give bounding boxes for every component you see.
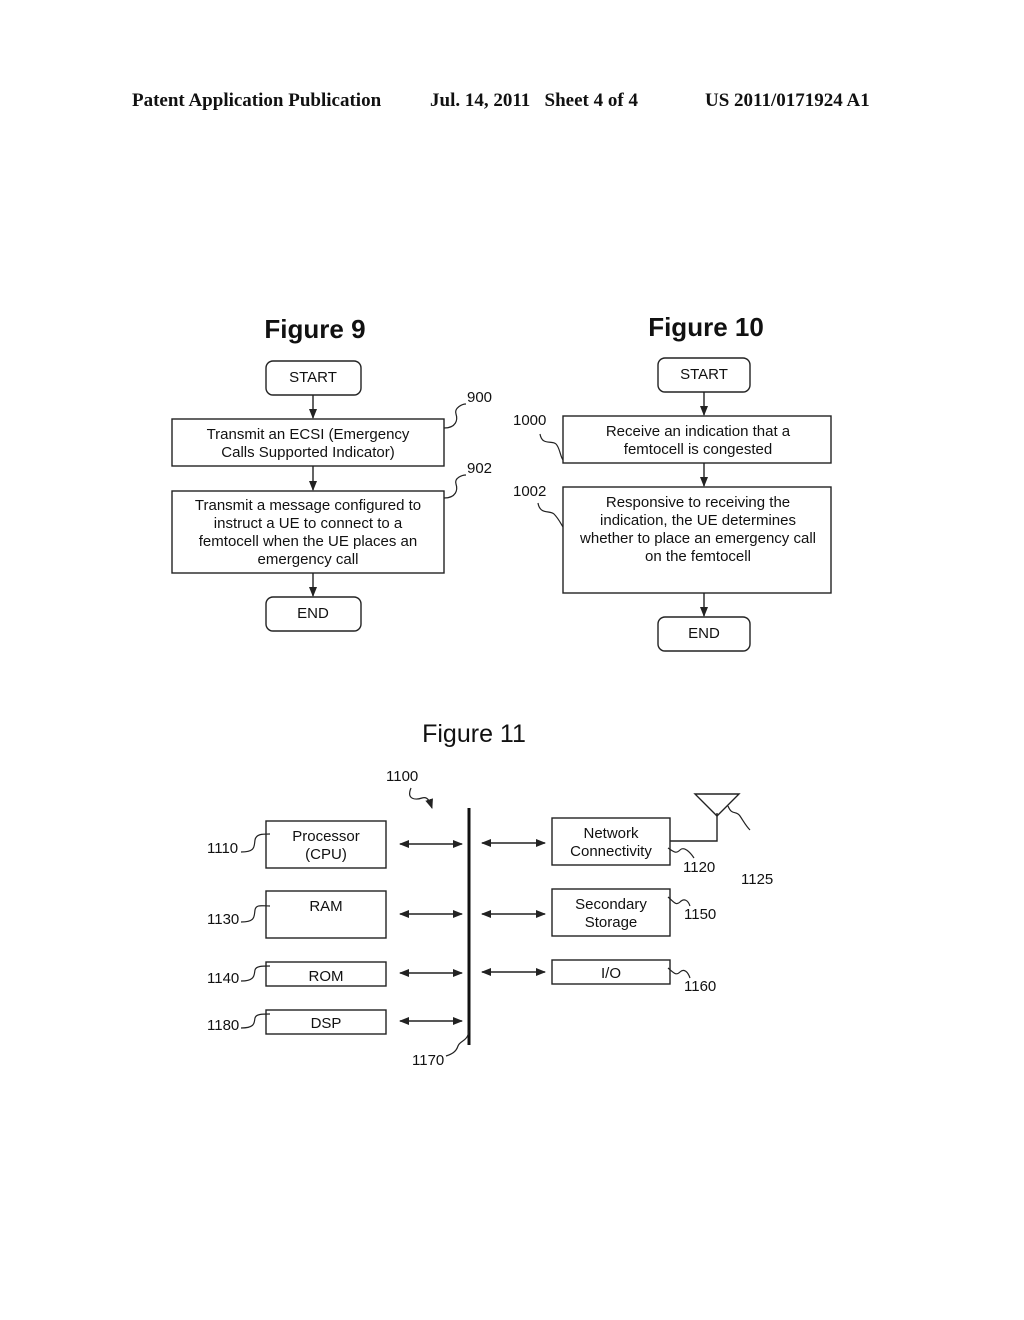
fig10-end-label: END: [688, 625, 720, 642]
fig11-rom-ref: 1140: [207, 970, 239, 987]
fig9-step-902-line-4: emergency call: [258, 551, 359, 568]
antenna-icon: [693, 793, 741, 817]
fig11-network-ref-leader: [667, 847, 695, 859]
fig11-io-ref: 1160: [684, 978, 716, 995]
fig10-ref-1000-leader: [539, 433, 564, 461]
fig11-system-ref: 1100: [386, 768, 418, 785]
figure-10: Figure 10 START Receive an indication th…: [513, 312, 832, 652]
fig10-step-1002-line-2: indication, the UE determines: [600, 512, 796, 529]
fig11-network-line-2: Connectivity: [570, 843, 652, 860]
fig9-start-label: START: [289, 369, 337, 386]
figure-11: Figure 11 1100 1170 Processor (CPU) 1110…: [207, 720, 773, 1069]
fig11-rom-label: ROM: [309, 968, 344, 985]
fig11-antenna-signal: [727, 805, 751, 831]
fig11-io-label: I/O: [601, 965, 621, 982]
figures-canvas: Figure 9 START Transmit an ECSI (Emergen…: [171, 312, 832, 1069]
fig9-step-900-line-1: Transmit an ECSI (Emergency: [207, 426, 410, 443]
fig9-ref-900: 900: [467, 389, 492, 406]
fig10-step-1002-line-3: whether to place an emergency call: [579, 530, 816, 547]
fig9-ref-902-leader: [443, 474, 467, 499]
fig10-step-1000-line-1: Receive an indication that a: [606, 423, 791, 440]
fig10-start-label: START: [680, 366, 728, 383]
fig11-ram-label: RAM: [309, 898, 342, 915]
fig9-end-label: END: [297, 605, 329, 622]
fig11-antenna-ref: 1125: [741, 871, 773, 888]
figure-9-title: Figure 9: [264, 314, 365, 344]
fig10-step-1002-line-4: on the femtocell: [645, 548, 751, 565]
fig11-storage-line-2: Storage: [585, 914, 638, 931]
figure-9: Figure 9 START Transmit an ECSI (Emergen…: [171, 314, 492, 632]
fig11-processor-ref: 1110: [207, 840, 238, 857]
fig10-step-1000-line-2: femtocell is congested: [624, 441, 772, 458]
fig11-dsp-label: DSP: [311, 1015, 342, 1032]
fig9-step-902-line-3: femtocell when the UE places an: [199, 533, 417, 550]
fig11-processor-line-2: (CPU): [305, 846, 347, 863]
fig10-ref-1000: 1000: [513, 412, 546, 429]
fig11-storage-ref-leader: [667, 896, 691, 907]
fig9-step-900-line-2: Calls Supported Indicator): [221, 444, 394, 461]
fig11-bus-ref-leader: [445, 1029, 470, 1057]
fig11-network-ref: 1120: [683, 859, 715, 876]
fig10-ref-1002: 1002: [513, 483, 546, 500]
fig11-processor-line-1: Processor: [292, 828, 360, 845]
fig11-dsp-ref: 1180: [207, 1017, 239, 1034]
fig11-antenna-feed: [670, 813, 718, 842]
fig9-step-902-line-1: Transmit a message configured to: [195, 497, 421, 514]
fig9-step-902-line-2: instruct a UE to connect to a: [214, 515, 403, 532]
fig11-network-line-1: Network: [583, 825, 639, 842]
fig9-ref-902: 902: [467, 460, 492, 477]
fig11-io-ref-leader: [667, 967, 691, 979]
fig11-bus-ref: 1170: [412, 1052, 444, 1069]
fig11-storage-ref: 1150: [684, 906, 716, 923]
figure-11-title: Figure 11: [422, 720, 526, 748]
fig11-ram-ref: 1130: [207, 911, 239, 928]
fig9-ref-900-leader: [443, 403, 467, 429]
fig10-ref-1002-leader: [537, 502, 564, 528]
figure-10-title: Figure 10: [648, 312, 764, 342]
fig11-storage-line-1: Secondary: [575, 896, 647, 913]
fig10-step-1002-line-1: Responsive to receiving the: [606, 494, 790, 511]
fig11-system-ref-leader: [409, 787, 433, 809]
